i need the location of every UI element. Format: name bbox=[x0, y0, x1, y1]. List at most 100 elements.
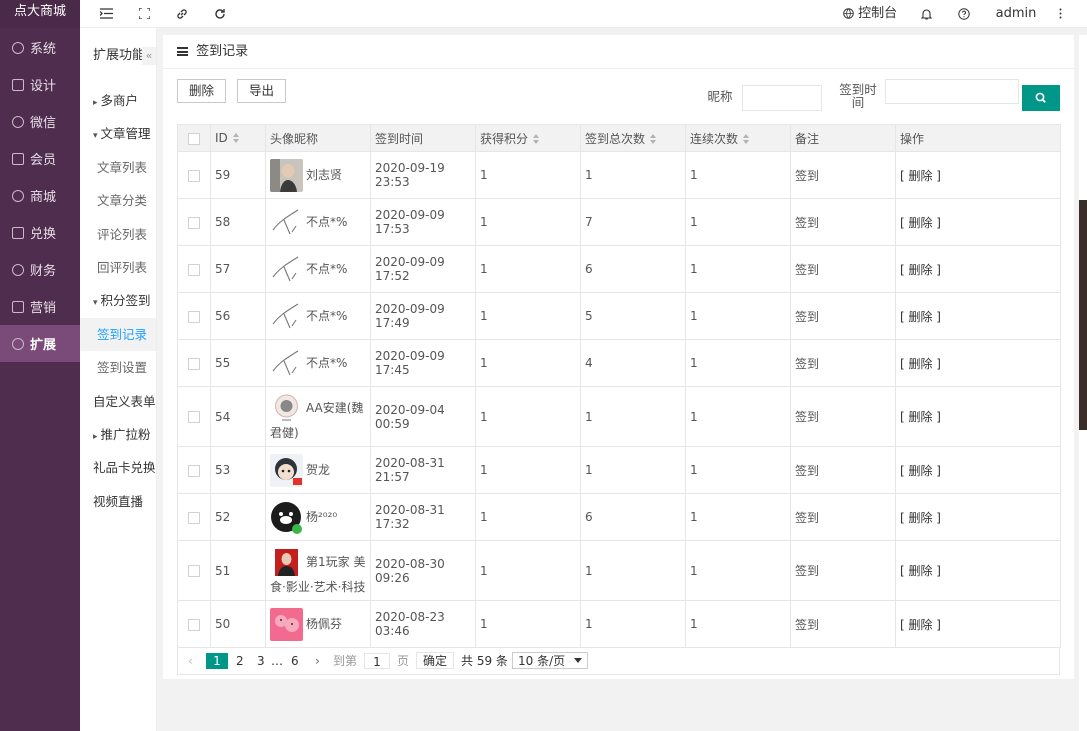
sidebar-item-0[interactable]: 系统 bbox=[0, 29, 80, 66]
subnav-item-1[interactable]: 文章管理 bbox=[80, 117, 156, 150]
row-checkbox[interactable] bbox=[188, 357, 200, 370]
subnav-item-6[interactable]: 积分签到 bbox=[80, 284, 156, 317]
row-checkbox-cell[interactable] bbox=[177, 245, 211, 293]
fullscreen-icon[interactable] bbox=[134, 0, 154, 28]
row-checkbox[interactable] bbox=[188, 618, 200, 631]
row-checkbox[interactable] bbox=[188, 464, 200, 477]
page-1[interactable]: 1 bbox=[206, 653, 228, 669]
select-all-checkbox[interactable] bbox=[188, 132, 200, 145]
subnav-item-11[interactable]: 礼品卡兑换 bbox=[80, 451, 156, 484]
row-delete-link[interactable]: [ 删除 ] bbox=[900, 263, 941, 277]
page-2[interactable]: 2 bbox=[236, 653, 244, 669]
bell-icon[interactable] bbox=[916, 0, 936, 28]
more-vertical-icon[interactable] bbox=[1052, 0, 1068, 28]
row-checkbox-cell[interactable] bbox=[177, 198, 211, 246]
nickname-input[interactable] bbox=[742, 85, 822, 111]
console-link[interactable]: 控制台 bbox=[840, 0, 900, 28]
row-delete-link[interactable]: [ 删除 ] bbox=[900, 357, 941, 371]
row-checkbox[interactable] bbox=[188, 565, 200, 577]
row-checkbox-cell[interactable] bbox=[177, 151, 211, 199]
pagination: ‹ 1 2 3 … 6 › 到第 1 页 确定 共 59 条 10 条/页 bbox=[177, 647, 1060, 675]
cell-streak: 1 bbox=[685, 600, 791, 648]
search-button[interactable] bbox=[1022, 85, 1060, 111]
row-checkbox-cell[interactable] bbox=[177, 292, 211, 340]
page-last[interactable]: 6 bbox=[291, 653, 299, 669]
subnav-item-7[interactable]: 签到记录 bbox=[80, 317, 156, 352]
delete-button[interactable]: 删除 bbox=[177, 79, 227, 103]
row-checkbox-cell[interactable] bbox=[177, 600, 211, 648]
col-header-streak[interactable]: 连续次数 bbox=[685, 124, 791, 152]
sort-icon[interactable] bbox=[743, 133, 750, 144]
col-header-sign-time: 签到时间 bbox=[370, 124, 476, 152]
table-row: 55 不点*% 2020-09-09 17:45 1 4 1 签到[ 删除 ] bbox=[177, 339, 1061, 387]
row-checkbox-cell[interactable] bbox=[177, 540, 211, 601]
row-checkbox[interactable] bbox=[188, 169, 200, 182]
prev-page-icon[interactable]: ‹ bbox=[188, 653, 193, 669]
row-delete-link[interactable]: [ 删除 ] bbox=[900, 511, 941, 525]
goto-page-input[interactable]: 1 bbox=[364, 653, 390, 669]
sidebar-item-2[interactable]: 微信 bbox=[0, 103, 80, 140]
col-header-id[interactable]: ID bbox=[210, 124, 266, 152]
row-checkbox-cell[interactable] bbox=[177, 386, 211, 447]
sidebar-item-5[interactable]: 兑换 bbox=[0, 214, 80, 251]
goto-confirm-button[interactable]: 确定 bbox=[416, 652, 455, 669]
nickname-label: 昵称 bbox=[707, 89, 733, 104]
cell-note: 签到 bbox=[790, 493, 896, 541]
subnav-item-8[interactable]: 签到设置 bbox=[80, 351, 156, 384]
collapse-icon[interactable]: « bbox=[142, 47, 156, 65]
row-checkbox-cell[interactable] bbox=[177, 493, 211, 541]
sidebar-item-7[interactable]: 营销 bbox=[0, 288, 80, 325]
help-icon[interactable] bbox=[954, 0, 974, 28]
subnav-item-9[interactable]: 自定义表单 bbox=[80, 385, 156, 418]
sort-icon[interactable] bbox=[533, 133, 540, 144]
row-checkbox[interactable] bbox=[188, 511, 200, 524]
row-delete-link[interactable]: [ 删除 ] bbox=[900, 169, 941, 183]
sidebar-item-3[interactable]: 会员 bbox=[0, 140, 80, 177]
sort-icon[interactable] bbox=[232, 133, 240, 143]
next-page-icon[interactable]: › bbox=[315, 653, 320, 669]
row-delete-link[interactable]: [ 删除 ] bbox=[900, 564, 941, 578]
sign-time-input[interactable] bbox=[885, 79, 1019, 104]
refresh-icon[interactable] bbox=[210, 0, 230, 28]
row-checkbox[interactable] bbox=[188, 310, 200, 323]
row-checkbox[interactable] bbox=[188, 411, 200, 423]
sort-icon[interactable] bbox=[650, 133, 657, 144]
subnav-item-10[interactable]: 推广拉粉 bbox=[80, 418, 156, 451]
cell-total: 4 bbox=[580, 339, 686, 387]
sidebar-item-6[interactable]: 财务 bbox=[0, 251, 80, 288]
subnav-item-4[interactable]: 评论列表 bbox=[80, 218, 156, 251]
cell-action: [ 删除 ] bbox=[895, 493, 1061, 541]
user-menu[interactable]: admin bbox=[992, 0, 1040, 43]
subnav-item-3[interactable]: 文章分类 bbox=[80, 184, 156, 217]
cell-total: 6 bbox=[580, 245, 686, 293]
sidebar-item-4[interactable]: 商城 bbox=[0, 177, 80, 214]
subnav-item-12[interactable]: 视频直播 bbox=[80, 485, 156, 518]
row-delete-link[interactable]: [ 删除 ] bbox=[900, 216, 941, 230]
row-delete-link[interactable]: [ 删除 ] bbox=[900, 310, 941, 324]
row-checkbox[interactable] bbox=[188, 263, 200, 276]
cell-sign-time: 2020-08-30 09:26 bbox=[370, 540, 476, 601]
cell-user: 贺龙 bbox=[265, 446, 371, 494]
sidebar-item-8[interactable]: 扩展 bbox=[0, 325, 80, 362]
per-page-select[interactable]: 10 条/页 bbox=[512, 652, 588, 669]
row-checkbox-cell[interactable] bbox=[177, 446, 211, 494]
cell-note: 签到 bbox=[790, 151, 896, 199]
row-checkbox[interactable] bbox=[188, 216, 200, 229]
subnav-item-5[interactable]: 回评列表 bbox=[80, 251, 156, 284]
row-delete-link[interactable]: [ 删除 ] bbox=[900, 464, 941, 478]
cell-points: 1 bbox=[475, 600, 581, 648]
link-icon[interactable] bbox=[172, 0, 192, 28]
col-header-points[interactable]: 获得积分 bbox=[475, 124, 581, 152]
row-delete-link[interactable]: [ 删除 ] bbox=[900, 618, 941, 632]
page-3[interactable]: 3 bbox=[257, 653, 265, 669]
select-all-checkbox-cell[interactable] bbox=[177, 124, 211, 152]
toggle-sidebar-icon[interactable] bbox=[96, 0, 116, 28]
sidebar-item-1[interactable]: 设计 bbox=[0, 66, 80, 103]
export-button[interactable]: 导出 bbox=[237, 79, 287, 103]
cell-points: 1 bbox=[475, 339, 581, 387]
col-header-total[interactable]: 签到总次数 bbox=[580, 124, 686, 152]
subnav-item-0[interactable]: 多商户 bbox=[80, 84, 156, 117]
row-delete-link[interactable]: [ 删除 ] bbox=[900, 410, 941, 424]
row-checkbox-cell[interactable] bbox=[177, 339, 211, 387]
subnav-item-2[interactable]: 文章列表 bbox=[80, 151, 156, 184]
